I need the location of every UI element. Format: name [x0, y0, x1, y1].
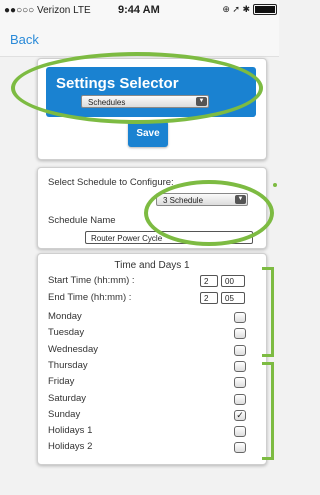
status-icons: ⊕ ➚ ✱ — [222, 4, 277, 15]
schedule-name-label: Schedule Name — [48, 215, 116, 226]
schedule-select-value: 3 Schedule — [163, 196, 204, 205]
chevron-down-icon: ▼ — [196, 97, 207, 106]
save-button[interactable]: Save — [128, 121, 168, 147]
status-time: 9:44 AM — [118, 4, 160, 16]
end-minute-input[interactable]: 05 — [221, 292, 245, 304]
checkmark-icon: ✓ — [236, 409, 244, 420]
day-checkbox[interactable] — [234, 442, 246, 454]
day-checkbox[interactable] — [234, 377, 246, 389]
start-time-label: Start Time (hh:mm) : — [48, 275, 135, 286]
section-title: Time and Days 1 — [114, 260, 190, 271]
end-hour-input[interactable]: 2 — [200, 292, 218, 304]
day-label: Friday — [48, 376, 75, 388]
annotation-dot — [273, 183, 277, 187]
chevron-down-icon: ▼ — [235, 195, 246, 204]
day-label: Holidays 1 — [48, 425, 93, 437]
day-checkbox[interactable] — [234, 360, 246, 372]
battery-icon — [253, 4, 277, 15]
day-label: Sunday — [48, 408, 81, 420]
schedule-panel: Select Schedule to Configure: 3 Schedule… — [37, 167, 267, 249]
schedule-select[interactable]: 3 Schedule ▼ — [156, 193, 248, 206]
settings-panel: Settings Selector Schedules ▼ Save — [37, 58, 267, 160]
day-checkbox[interactable] — [234, 328, 246, 340]
day-checkbox[interactable] — [234, 344, 246, 356]
schedule-name-input[interactable]: Router Power Cycle — [85, 231, 253, 244]
end-time-label: End Time (hh:mm) : — [48, 292, 132, 303]
settings-select-value: Schedules — [88, 98, 126, 107]
start-hour-input[interactable]: 2 — [200, 275, 218, 287]
day-checkbox[interactable]: ✓ — [234, 409, 246, 421]
day-checkbox[interactable] — [234, 393, 246, 405]
start-minute-input[interactable]: 00 — [221, 275, 245, 287]
day-label: Monday — [48, 311, 82, 322]
day-label: Thursday — [48, 359, 88, 371]
nav-bar: Back — [0, 20, 279, 57]
day-label: Saturday — [48, 392, 87, 404]
settings-select[interactable]: Schedules ▼ — [81, 95, 209, 108]
select-schedule-label: Select Schedule to Configure: — [48, 177, 174, 188]
day-label: Wednesday — [48, 343, 98, 355]
bracket-bottom — [262, 362, 274, 460]
day-label: Tuesday — [48, 327, 85, 339]
status-bar: ●●○○○ Verizon LTE 9:44 AM ⊕ ➚ ✱ — [0, 0, 279, 20]
back-button[interactable]: Back — [10, 32, 39, 47]
status-icons-glyphs: ⊕ ➚ ✱ — [222, 4, 250, 14]
settings-title: Settings Selector — [56, 75, 179, 92]
bracket-top — [262, 267, 274, 357]
time-days-panel: Time and Days 1 Start Time (hh:mm) : 2 0… — [37, 253, 267, 465]
day-checkbox[interactable] — [234, 426, 246, 438]
carrier-label: ●●○○○ Verizon LTE — [4, 5, 91, 16]
day-label: Holidays 2 — [48, 441, 93, 453]
day-checkbox[interactable] — [234, 312, 246, 323]
settings-header: Settings Selector — [46, 67, 256, 117]
